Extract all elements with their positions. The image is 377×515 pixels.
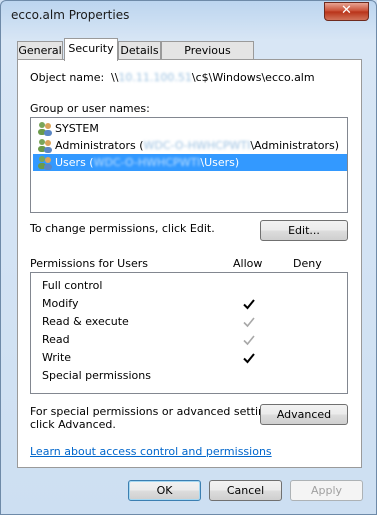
tab-previous-versions[interactable]: Previous Versions — [161, 41, 254, 74]
tab-general[interactable]: General — [17, 41, 63, 60]
group-item-suffix: \Administrators) — [250, 139, 340, 152]
object-name-label: Object name: — [30, 71, 105, 84]
permission-row: Write — [42, 351, 72, 364]
properties-window: ecco.alm Properties ✕ General Security D… — [0, 0, 377, 515]
tab-security[interactable]: Security — [64, 38, 118, 61]
permission-row: Read & execute — [42, 315, 129, 328]
user-group-icon — [38, 122, 52, 136]
edit-button[interactable]: Edit... — [260, 220, 348, 241]
group-item-system[interactable]: SYSTEM — [33, 120, 347, 137]
check-icon — [243, 353, 255, 364]
learn-more-link[interactable]: Learn about access control and permissio… — [30, 445, 272, 458]
inherited-check-icon — [243, 335, 255, 346]
window-title: ecco.alm Properties — [11, 8, 130, 22]
permissions-title: Permissions for Users — [30, 257, 148, 270]
apply-button[interactable]: Apply — [290, 480, 363, 501]
object-path-rest: \c$\Windows\ecco.alm — [191, 71, 315, 84]
permission-row: Modify — [42, 297, 79, 310]
ok-button[interactable]: OK — [128, 480, 201, 501]
allow-column-header: Allow — [233, 257, 263, 270]
redacted-domain: WDC-O-HWHCPWTI — [93, 156, 201, 169]
permission-row: Special permissions — [42, 369, 151, 382]
permission-row: Full control — [42, 279, 103, 292]
permission-row: Read — [42, 333, 70, 346]
user-group-icon — [38, 139, 52, 153]
group-item-label: Administrators (WDC-O-HWHCPWTI\Administr… — [55, 139, 339, 152]
redacted-host: 10.11.100.51 — [118, 71, 192, 84]
close-button[interactable]: ✕ — [324, 2, 369, 21]
group-item-label: SYSTEM — [55, 122, 99, 135]
group-item-label: Users (WDC-O-HWHCPWTI\Users) — [55, 156, 239, 169]
tab-details[interactable]: Details — [118, 41, 161, 60]
group-item-administrators[interactable]: Administrators (WDC-O-HWHCPWTI\Administr… — [33, 137, 347, 154]
check-icon — [243, 299, 255, 310]
object-path: \\10.11.100.51\c$\Windows\ecco.alm — [111, 71, 315, 84]
edit-prompt: To change permissions, click Edit. — [30, 222, 215, 235]
advanced-prompt-line2: click Advanced. — [30, 418, 116, 431]
group-item-name: Users ( — [55, 156, 94, 169]
advanced-button[interactable]: Advanced — [260, 404, 348, 425]
redacted-domain: WDC-O-HWHCPWTI — [143, 139, 251, 152]
group-item-name: Administrators ( — [55, 139, 144, 152]
group-item-suffix: \Users) — [200, 156, 240, 169]
cancel-button[interactable]: Cancel — [209, 480, 282, 501]
group-item-users[interactable]: Users (WDC-O-HWHCPWTI\Users) — [33, 154, 347, 171]
advanced-prompt-line1: For special permissions or advanced sett… — [30, 405, 282, 418]
group-names-label: Group or user names: — [30, 102, 150, 115]
permissions-list: Full control Modify Read & execute Read … — [30, 272, 348, 394]
title-bar[interactable]: ecco.alm Properties ✕ — [1, 1, 376, 29]
user-group-icon — [38, 156, 52, 170]
inherited-check-icon — [243, 317, 255, 328]
deny-column-header: Deny — [293, 257, 322, 270]
group-list[interactable]: SYSTEM Administrators (WDC-O-HWHCPWTI\Ad… — [30, 117, 348, 213]
